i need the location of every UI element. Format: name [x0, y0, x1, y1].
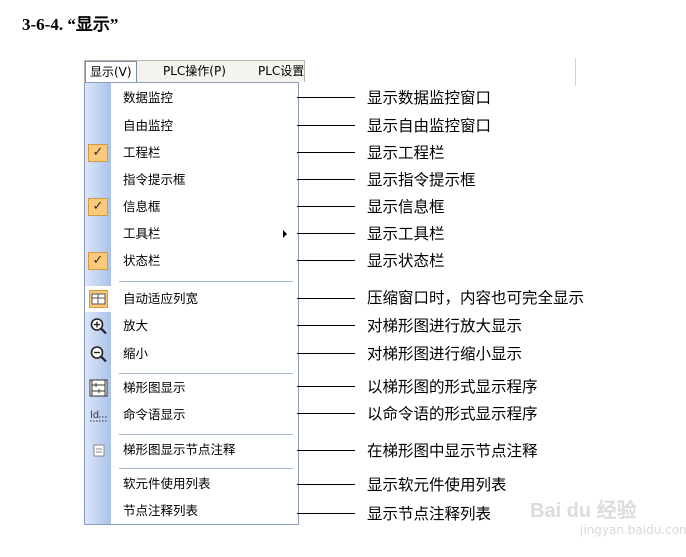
window-edge-line — [575, 58, 576, 86]
zoom-in-icon — [90, 318, 107, 335]
callout-text: 显示指令提示框 — [367, 171, 476, 189]
callout-text: 显示数据监控窗口 — [367, 89, 492, 107]
menu-item-instruction-display[interactable]: ld 命令语显示 — [85, 402, 298, 428]
menu-item-toolbar[interactable]: 工具栏 — [85, 221, 298, 247]
callout-text: 显示工程栏 — [367, 144, 445, 162]
ladder-diagram-icon — [89, 379, 108, 397]
menu-separator — [119, 434, 293, 435]
svg-text:ld: ld — [90, 410, 99, 421]
menu-item-info-box[interactable]: ✓ 信息框 — [85, 194, 298, 220]
callout-text: 对梯形图进行缩小显示 — [367, 345, 523, 363]
check-icon: ✓ — [88, 144, 108, 162]
callout-text: 显示状态栏 — [367, 252, 445, 270]
check-icon: ✓ — [88, 252, 108, 270]
callout-line — [297, 450, 355, 451]
callout-text: 显示软元件使用列表 — [367, 476, 507, 494]
callout-line — [297, 125, 355, 126]
menu-bar: 显示(V) PLC操作(P) PLC设置 — [84, 60, 305, 82]
menu-item-zoom-in[interactable]: 放大 — [85, 313, 298, 339]
callout-text: 以命令语的形式显示程序 — [367, 405, 538, 423]
callout-text: 显示自由监控窗口 — [367, 117, 492, 135]
menu-item-ladder-node-comment[interactable]: 梯形图显示节点注释 — [85, 437, 298, 463]
menu-separator — [119, 281, 293, 282]
menu-item-data-monitor[interactable]: 数据监控 — [85, 85, 298, 111]
callout-text: 对梯形图进行放大显示 — [367, 317, 523, 335]
menu-plc-settings[interactable]: PLC设置 — [254, 61, 304, 82]
callout-text: 以梯形图的形式显示程序 — [367, 378, 538, 396]
callout-text: 显示节点注释列表 — [367, 505, 492, 523]
callout-line — [297, 413, 355, 414]
menu-display[interactable]: 显示(V) — [85, 61, 137, 82]
callout-text: 显示工具栏 — [367, 225, 445, 243]
menu-item-auto-fit-width[interactable]: 自动适应列宽 — [85, 286, 298, 312]
menu-item-device-usage-list[interactable]: 软元件使用列表 — [85, 471, 298, 497]
menu-plc-operation[interactable]: PLC操作(P) — [159, 61, 230, 82]
instruction-list-icon: ld — [90, 410, 107, 422]
auto-fit-width-icon — [89, 290, 108, 308]
menu-item-status-bar[interactable]: ✓ 状态栏 — [85, 248, 298, 274]
menu-item-zoom-out[interactable]: 缩小 — [85, 341, 298, 367]
callout-line — [297, 513, 355, 514]
callout-line — [297, 386, 355, 387]
callout-line — [297, 484, 355, 485]
callout-text: 压缩窗口时，内容也可完全显示 — [367, 289, 585, 307]
baidu-watermark-url: jingyan.baidu.com — [580, 523, 686, 537]
display-dropdown-menu: 数据监控 自由监控 ✓ 工程栏 指令提示框 ✓ 信息框 工具栏 ✓ 状态栏 自动… — [84, 82, 299, 525]
zoom-out-icon — [90, 346, 107, 363]
callout-line — [297, 206, 355, 207]
baidu-watermark: Bai du 经验 — [530, 500, 637, 522]
menu-item-project-bar[interactable]: ✓ 工程栏 — [85, 140, 298, 166]
node-comment-icon — [93, 444, 105, 457]
callout-line — [297, 260, 355, 261]
menu-separator — [119, 373, 293, 374]
callout-line — [297, 298, 355, 299]
callout-line — [297, 97, 355, 98]
callout-line — [297, 179, 355, 180]
menu-item-ladder-display[interactable]: 梯形图显示 — [85, 375, 298, 401]
callout-line — [297, 353, 355, 354]
menu-item-node-comment-list[interactable]: 节点注释列表 — [85, 498, 298, 524]
menu-separator — [119, 468, 293, 469]
callout-line — [297, 325, 355, 326]
callout-text: 在梯形图中显示节点注释 — [367, 442, 538, 460]
menu-item-free-monitor[interactable]: 自由监控 — [85, 113, 298, 139]
callout-text: 显示信息框 — [367, 198, 445, 216]
submenu-arrow-icon — [283, 230, 287, 238]
section-heading: 3-6-4. “显示” — [22, 15, 119, 34]
menu-item-instruction-hint[interactable]: 指令提示框 — [85, 167, 298, 193]
callout-line — [297, 233, 355, 234]
check-icon: ✓ — [88, 198, 108, 216]
callout-line — [297, 152, 355, 153]
